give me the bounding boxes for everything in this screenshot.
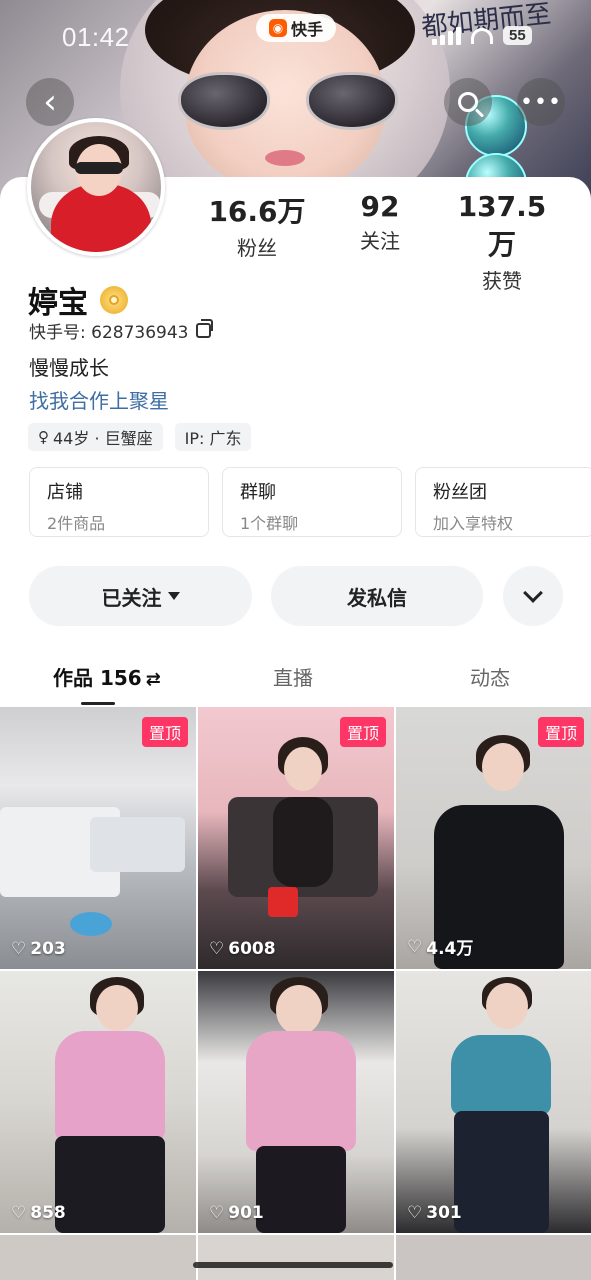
chevron-left-icon: ‹ bbox=[43, 82, 57, 122]
active-tab-indicator bbox=[81, 702, 115, 705]
tab-live[interactable]: 直播 bbox=[273, 662, 313, 691]
swap-icon[interactable]: ⇄ bbox=[146, 669, 161, 690]
profile-entries: 店铺 2件商品 群聊 1个群聊 粉丝团 加入享特权 bbox=[29, 467, 591, 537]
profile-stats: 16.6万 粉丝 92 关注 137.5万 获赞 bbox=[0, 190, 591, 293]
entry-group-chat[interactable]: 群聊 1个群聊 bbox=[222, 467, 402, 537]
app-badge: ◉ 快手 bbox=[256, 14, 336, 42]
video-thumbnail[interactable] bbox=[396, 1235, 591, 1280]
stat-following[interactable]: 92 关注 bbox=[345, 190, 415, 254]
more-dots-icon: ••• bbox=[520, 89, 562, 115]
expand-button[interactable] bbox=[503, 566, 563, 626]
video-thumbnail[interactable]: 置顶 ♡ 203 bbox=[0, 707, 196, 969]
video-thumbnail[interactable] bbox=[198, 1235, 394, 1280]
send-message-button[interactable]: 发私信 bbox=[271, 566, 483, 626]
profile-actions: 已关注 发私信 bbox=[29, 566, 563, 626]
kuaishou-logo-icon: ◉ bbox=[268, 19, 287, 37]
copy-icon[interactable] bbox=[196, 319, 214, 338]
heart-icon: ♡ bbox=[11, 1203, 27, 1223]
heart-icon: ♡ bbox=[209, 939, 225, 959]
video-thumbnail[interactable]: 置顶 ♡ 4.4万 bbox=[396, 707, 591, 969]
tab-works[interactable]: 作品 156 ⇄ bbox=[53, 662, 161, 691]
pinned-badge: 置顶 bbox=[141, 717, 188, 747]
more-button[interactable]: ••• bbox=[517, 78, 565, 126]
battery-icon: 55 bbox=[503, 26, 532, 45]
tag-ip: IP: 广东 bbox=[174, 423, 252, 451]
back-button[interactable]: ‹ bbox=[26, 78, 74, 126]
tag-age: ♀ 44岁 · 巨蟹座 bbox=[28, 423, 163, 451]
status-indicators: 55 bbox=[432, 26, 532, 45]
content-tabs: 作品 156 ⇄ 直播 动态 bbox=[0, 650, 591, 706]
profile-tags: ♀ 44岁 · 巨蟹座 IP: 广东 bbox=[28, 423, 252, 451]
heart-icon: ♡ bbox=[407, 1203, 423, 1223]
video-thumbnail[interactable]: ♡ 901 bbox=[198, 971, 394, 1233]
name-row: 婷宝 bbox=[28, 278, 128, 322]
video-likes: ♡ 6008 bbox=[209, 939, 276, 959]
heart-icon: ♡ bbox=[209, 1203, 225, 1223]
video-thumbnail[interactable]: ♡ 301 bbox=[396, 971, 591, 1233]
pinned-badge: 置顶 bbox=[339, 717, 386, 747]
video-thumbnail[interactable]: ♡ 858 bbox=[0, 971, 196, 1233]
entry-fan-club[interactable]: 粉丝团 加入享特权 bbox=[415, 467, 591, 537]
search-button[interactable] bbox=[444, 78, 492, 126]
video-likes: ♡ 901 bbox=[209, 1203, 264, 1223]
profile-name: 婷宝 bbox=[28, 286, 88, 321]
profile-bio: 慢慢成长 bbox=[29, 356, 109, 380]
search-icon bbox=[458, 92, 478, 112]
app-name: 快手 bbox=[290, 20, 323, 39]
kuaishou-id-value: 628736943 bbox=[91, 323, 189, 343]
heart-icon: ♡ bbox=[407, 936, 423, 957]
video-thumbnail[interactable]: 置顶 ♡ 6008 bbox=[198, 707, 394, 969]
stat-followers[interactable]: 16.6万 粉丝 bbox=[207, 190, 307, 261]
video-likes: ♡ 4.4万 bbox=[407, 936, 474, 960]
tab-moments[interactable]: 动态 bbox=[470, 662, 510, 691]
kuaishou-id: 快手号: 628736943 bbox=[29, 318, 214, 343]
cooperation-link[interactable]: 找我合作上聚星 bbox=[29, 385, 169, 414]
signal-icon bbox=[432, 26, 461, 45]
chevron-down-icon bbox=[523, 583, 543, 603]
fan-level-badge-icon[interactable] bbox=[100, 286, 128, 314]
female-icon: ♀ bbox=[38, 428, 49, 446]
pinned-badge: 置顶 bbox=[537, 717, 584, 747]
followed-button[interactable]: 已关注 bbox=[29, 566, 252, 626]
video-thumbnail[interactable] bbox=[0, 1235, 196, 1280]
wifi-icon bbox=[471, 27, 493, 44]
stat-likes[interactable]: 137.5万 获赞 bbox=[447, 190, 557, 294]
video-likes: ♡ 858 bbox=[11, 1203, 66, 1223]
entry-shop[interactable]: 店铺 2件商品 bbox=[29, 467, 209, 537]
status-time: 01:42 bbox=[62, 22, 130, 52]
banner-sunglasses bbox=[178, 72, 398, 134]
heart-icon: ♡ bbox=[11, 939, 27, 959]
video-likes: ♡ 301 bbox=[407, 1203, 462, 1223]
home-indicator[interactable] bbox=[193, 1262, 393, 1268]
banner-lips bbox=[265, 150, 305, 166]
video-likes: ♡ 203 bbox=[11, 939, 66, 959]
caret-down-icon bbox=[167, 592, 180, 600]
